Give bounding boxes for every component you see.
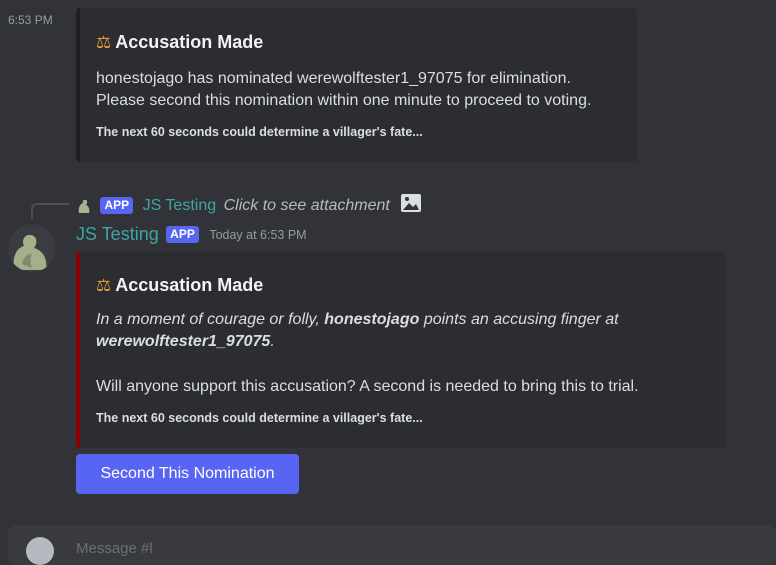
reply-spine (31, 203, 69, 219)
desc-text: points an accusing finger at (423, 311, 619, 328)
embed-description-line: honestojago has nominated werewolftester… (96, 70, 571, 87)
app-badge: APP (166, 226, 199, 243)
reply-reference[interactable]: APP JS Testing Click to see attachment (76, 193, 422, 215)
embed-description-line: In a moment of courage or folly, honesto… (96, 309, 619, 331)
desc-text: . (270, 333, 275, 350)
embed-footer: The next 60 seconds could determine a vi… (96, 125, 423, 139)
app-badge: APP (100, 197, 134, 214)
reply-avatar-icon (76, 198, 92, 214)
embed-title: ⚖ Accusation Made (96, 275, 263, 296)
second-nomination-button[interactable]: Second This Nomination (76, 454, 299, 494)
scales-icon: ⚖ (96, 33, 112, 52)
message-timestamp: 6:53 PM (8, 13, 53, 27)
image-icon (400, 193, 422, 218)
desc-text: In a moment of courage or folly, (96, 311, 320, 328)
embed-footer: The next 60 seconds could determine a vi… (96, 411, 423, 425)
reply-author-name[interactable]: JS Testing (143, 197, 217, 214)
embed-description-line: Will anyone support this accusation? A s… (96, 378, 639, 395)
attachment-link[interactable]: Click to see attachment (224, 197, 390, 214)
message-input[interactable]: Message #l (76, 540, 153, 557)
message-timestamp: Today at 6:53 PM (209, 227, 307, 242)
embed-title: ⚖ Accusation Made (96, 32, 263, 53)
accused-name: werewolftester1_97075 (96, 333, 271, 350)
embed-title-text: Accusation Made (115, 32, 264, 52)
message-header: JS Testing APP Today at 6:53 PM (76, 224, 307, 248)
add-attachment-icon[interactable] (26, 537, 54, 565)
accusation-embed: ⚖ Accusation Made honestojago has nominat… (76, 8, 637, 162)
avatar[interactable] (8, 224, 56, 272)
accusation-embed: ⚖ Accusation Made In a moment of courage … (76, 252, 726, 448)
embed-title-text: Accusation Made (115, 275, 264, 295)
accuser-name: honestojago (324, 311, 420, 328)
embed-description-line: werewolftester1_97075. (96, 331, 275, 353)
author-name[interactable]: JS Testing (76, 224, 159, 244)
embed-description-line: Please second this nomination within one… (96, 92, 592, 109)
scales-icon: ⚖ (96, 276, 112, 295)
